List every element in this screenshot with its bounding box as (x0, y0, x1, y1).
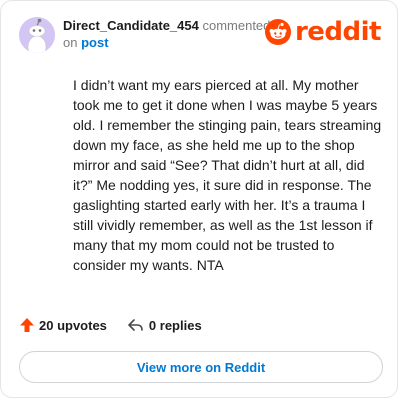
upvote-arrow-icon (20, 318, 34, 332)
on-label: on (63, 35, 78, 50)
comment-body: I didn’t want my ears pierced at all. My… (73, 77, 382, 273)
username[interactable]: Direct_Candidate_454 (63, 18, 199, 33)
snoo-avatar-icon (19, 17, 55, 53)
view-more-button[interactable]: View more on Reddit (19, 351, 383, 383)
reply-button[interactable]: 0 replies (127, 317, 202, 333)
commented-label: commented (202, 18, 271, 33)
reply-count: 0 replies (148, 317, 202, 333)
comment-card: Direct_Candidate_454 commented on post r… (0, 0, 398, 398)
upvote-count: 20 upvotes (39, 317, 107, 333)
reply-arrow-icon (128, 319, 143, 331)
upvote-button[interactable]: 20 upvotes (19, 317, 107, 333)
comment-actions: 20 upvotes 0 replies (19, 317, 222, 333)
reddit-snoo-icon (264, 19, 291, 45)
reddit-logo[interactable]: reddit (264, 17, 382, 47)
reddit-wordmark: reddit (294, 17, 382, 47)
post-link[interactable]: post (81, 35, 108, 50)
comment-header: Direct_Candidate_454 commented on post (63, 17, 270, 51)
avatar[interactable] (19, 17, 55, 53)
